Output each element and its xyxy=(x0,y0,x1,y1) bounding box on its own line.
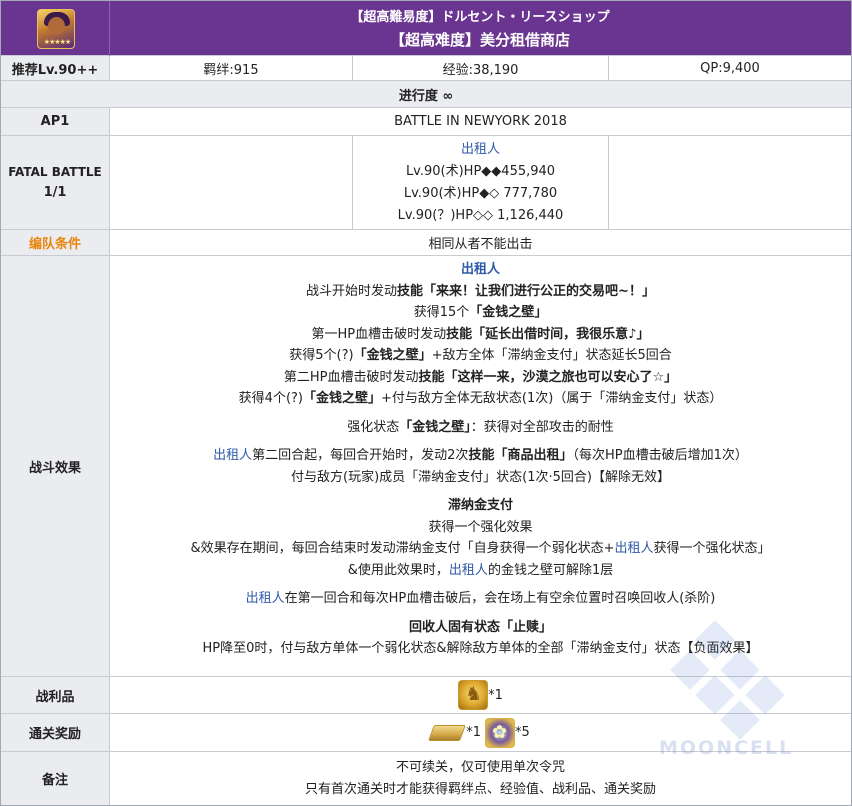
quest-title-jp: 【超高難易度】ドルセント・リースショップ xyxy=(350,10,610,25)
enemy-hp-2: Lv.90(术)HP◆◇ 777,780 xyxy=(403,185,558,201)
enemy-cell: 出租人 Lv.90(术)HP◆◆455,940 Lv.90(术)HP◆◇ 777… xyxy=(353,136,609,229)
bond-value: 羁绊:915 xyxy=(110,56,353,80)
gold-ingot-icon[interactable] xyxy=(428,724,467,741)
effect-line-13: &使用此效果时，出租人的金钱之壁可解除1层 xyxy=(347,562,614,578)
recommended-level: 推荐Lv.90++ xyxy=(1,56,110,80)
enemy-hp-3: Lv.90(？)HP◇◇ 1,126,440 xyxy=(397,207,564,223)
effect-line-6: 获得4个(?)「金钱之壁」+付与敌方全体无敌状态(1次)（属于「滞纳金支付」状态… xyxy=(238,391,723,406)
effect-line-11: 获得一个强化效果 xyxy=(428,519,533,535)
effect-line-8: 出租人第二回合起，每回合开始时，发动2次技能「商品出租」（每次HP血槽击破后增加… xyxy=(213,448,748,463)
rewards-row: 通关奖励 *1 *5 xyxy=(1,714,851,752)
enemy-hp-1: Lv.90(术)HP◆◆455,940 xyxy=(405,163,556,179)
gold-figure-icon[interactable] xyxy=(458,680,489,710)
craft-essence-icon[interactable] xyxy=(485,717,515,748)
formation-row: 编队条件 相同从者不能出击 xyxy=(1,230,851,256)
drops-content: *1 xyxy=(110,677,851,713)
rewards-label: 通关奖励 xyxy=(1,714,110,751)
effect-line-4: 获得5个(?)「金钱之壁」+敌方全体「滞纳金支付」状态延长5回合 xyxy=(289,348,672,363)
effect-line-9: 付与敌方(玩家)成员「滞纳金支付」状态(1次·5回合)【解除无效】 xyxy=(291,469,670,485)
exp-value: 经验:38,190 xyxy=(353,56,609,80)
battle-effects-label: 战斗效果 xyxy=(1,256,110,676)
battle-effects-content: 出租人 战斗开始时发动技能「来来！让我们进行公正的交易吧~！」 获得15个「金钱… xyxy=(110,256,851,676)
ap-row: AP1 BATTLE IN NEWYORK 2018 xyxy=(1,108,851,136)
progress-row: 进行度 ∞ xyxy=(1,81,851,108)
notes-line-1: 不可续关，仅可使用单次令咒 xyxy=(395,759,565,775)
fatal-battle-row: FATAL BATTLE 1/1 出租人 Lv.90(术)HP◆◆455,940… xyxy=(1,136,851,230)
effect-enemy-name-link[interactable]: 出租人 xyxy=(461,259,500,281)
quest-table: ★★★★★ 【超高難易度】ドルセント・リースショップ 【超高难度】美分租借商店 … xyxy=(0,0,852,806)
rarity-stars-icon: ★★★★★ xyxy=(43,38,71,46)
effect-enemy-link-2[interactable]: 出租人 xyxy=(213,448,252,463)
effect-line-7: 强化状态「金钱之壁」：获得对全部攻击的耐性 xyxy=(347,419,614,435)
effect-line-10: 滞纳金支付 xyxy=(447,498,513,513)
effect-line-15: 回收人固有状态「止赎」 xyxy=(408,619,552,635)
effect-line-16: HP降至0时，付与敌方单体一个弱化状态&解除敌方单体的全部「滞纳金支付」状态【负… xyxy=(202,641,759,656)
effect-line-2: 获得15个「金钱之壁」 xyxy=(413,305,548,320)
notes-line-2: 只有首次通关时才能获得羁绊点、经验值、战利品、通关奖励 xyxy=(304,781,656,797)
effect-enemy-link-4[interactable]: 出租人 xyxy=(449,563,488,578)
ap-label: AP1 xyxy=(1,108,110,135)
notes-label: 备注 xyxy=(1,752,110,805)
fatal-battle-label: FATAL BATTLE 1/1 xyxy=(1,136,110,229)
effect-enemy-link-5[interactable]: 出租人 xyxy=(246,591,285,606)
effect-line-1: 战斗开始时发动技能「来来！让我们进行公正的交易吧~！」 xyxy=(306,283,655,299)
progress-label: 进行度 ∞ xyxy=(398,88,454,104)
effect-line-5: 第二HP血槽击破时发动技能「这样一来，沙漠之旅也可以安心了☆」 xyxy=(283,369,678,385)
rewards-content: *1 *5 xyxy=(110,714,851,751)
notes-content: 不可续关，仅可使用单次令咒 只有首次通关时才能获得羁绊点、经验值、战利品、通关奖… xyxy=(110,752,851,805)
formation-label: 编队条件 xyxy=(1,230,110,255)
quest-title-cn: 【超高难度】美分租借商店 xyxy=(389,31,570,49)
notes-row: 备注 不可续关，仅可使用单次令咒 只有首次通关时才能获得羁绊点、经验值、战利品、… xyxy=(1,752,851,805)
effect-line-12: &效果存在期间，每回合结束时发动滞纳金支付「自身获得一个弱化状态+出租人获得一个… xyxy=(190,541,771,556)
servant-avatar[interactable]: ★★★★★ xyxy=(37,9,75,49)
battle-effects-row: 战斗效果 出租人 战斗开始时发动技能「来来！让我们进行公正的交易吧~！」 获得1… xyxy=(1,256,851,677)
effect-line-3: 第一HP血槽击破时发动技能「延长出借时间，我很乐意♪」 xyxy=(311,326,650,342)
reward-count-2: *5 xyxy=(515,725,530,740)
qp-value: QP:9,400 xyxy=(700,60,760,76)
formation-value: 相同从者不能出击 xyxy=(428,237,533,252)
fatal-empty-left xyxy=(110,136,353,229)
reward-count-1: *1 xyxy=(466,725,481,740)
drops-row: 战利品 *1 xyxy=(1,677,851,714)
enemy-name-link[interactable]: 出租人 xyxy=(461,139,500,161)
fatal-empty-right xyxy=(609,136,851,229)
drop-count: *1 xyxy=(488,687,503,703)
info-row: 推荐Lv.90++ 羁绊:915 经验:38,190 QP:9,400 xyxy=(1,56,851,81)
quest-header: ★★★★★ 【超高難易度】ドルセント・リースショップ 【超高难度】美分租借商店 xyxy=(1,1,851,56)
fatal-battle-count: 1/1 xyxy=(43,185,67,200)
fatal-battle-title: FATAL BATTLE xyxy=(8,165,102,179)
drops-label: 战利品 xyxy=(1,677,110,713)
effect-enemy-link-3[interactable]: 出租人 xyxy=(615,541,654,556)
battle-name: BATTLE IN NEWYORK 2018 xyxy=(394,114,567,129)
effect-line-14: 出租人在第一回合和每次HP血槽击破后，会在场上有空余位置时召唤回收人(杀阶) xyxy=(245,591,716,606)
